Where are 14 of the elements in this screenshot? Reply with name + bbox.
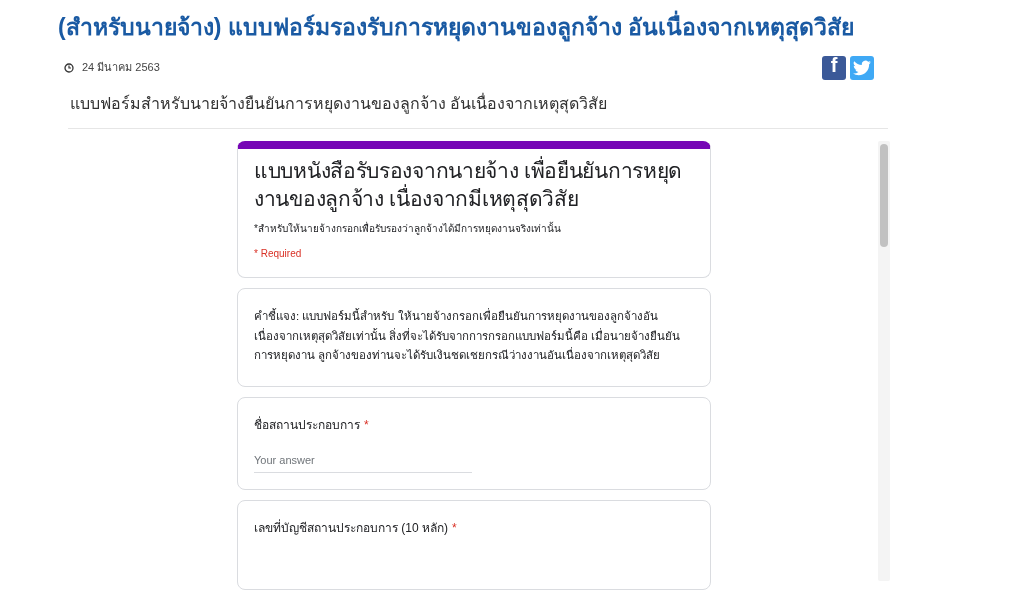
article-subtitle: แบบฟอร์มสำหรับนายจ้างยืนยันการหยุดงานของลูกจ้าง อันเนื่องจากเหตุสุดวิสัย (70, 92, 609, 116)
form-description: *สำหรับให้นายจ้างกรอกเพื่อรับรองว่าลูกจ้างได้มีการหยุดงานจริงเท่านั้น (254, 221, 562, 237)
facebook-button[interactable]: f (822, 55, 846, 80)
form-title: แบบหนังสือรับรองจากนายจ้าง เพื่อยืนยันการหยุดงานของลูกจ้าง เนื่องจากมีเหตุสุดวิสัย (254, 156, 684, 214)
required-mark: * (452, 520, 457, 538)
scrollbar[interactable] (878, 140, 890, 581)
twitter-button[interactable] (850, 55, 874, 80)
question-label: ชื่อสถานประกอบการ (254, 415, 360, 434)
clock-icon (64, 62, 74, 73)
instructions-text: คำชี้แจง: แบบฟอร์มนี้สำหรับ ให้นายจ้างกรอกเพื่อยืนยันการหยุดงานของลูกจ้างอันเนื่องจากเหตุสุดวิสัยเท่านั้น สิ่งที่จะได้รับจากการกรอกแบบฟอร์มนี้คือ เมื่อนายจ้างยืนยันการหยุดงาน ลูกจ้างของท่านจะได้รับเงินชดเชยกรณีว่างงานอันเนื่องจากเหตุสุดวิสัย (254, 307, 682, 364)
question-label: เลขที่บัญชีสถานประกอบการ (10 หลัก) (254, 519, 448, 538)
article-date: 24 มีนาคม 2563 (82, 60, 160, 76)
required-note: * Required (254, 247, 303, 262)
required-mark: * (364, 416, 369, 434)
